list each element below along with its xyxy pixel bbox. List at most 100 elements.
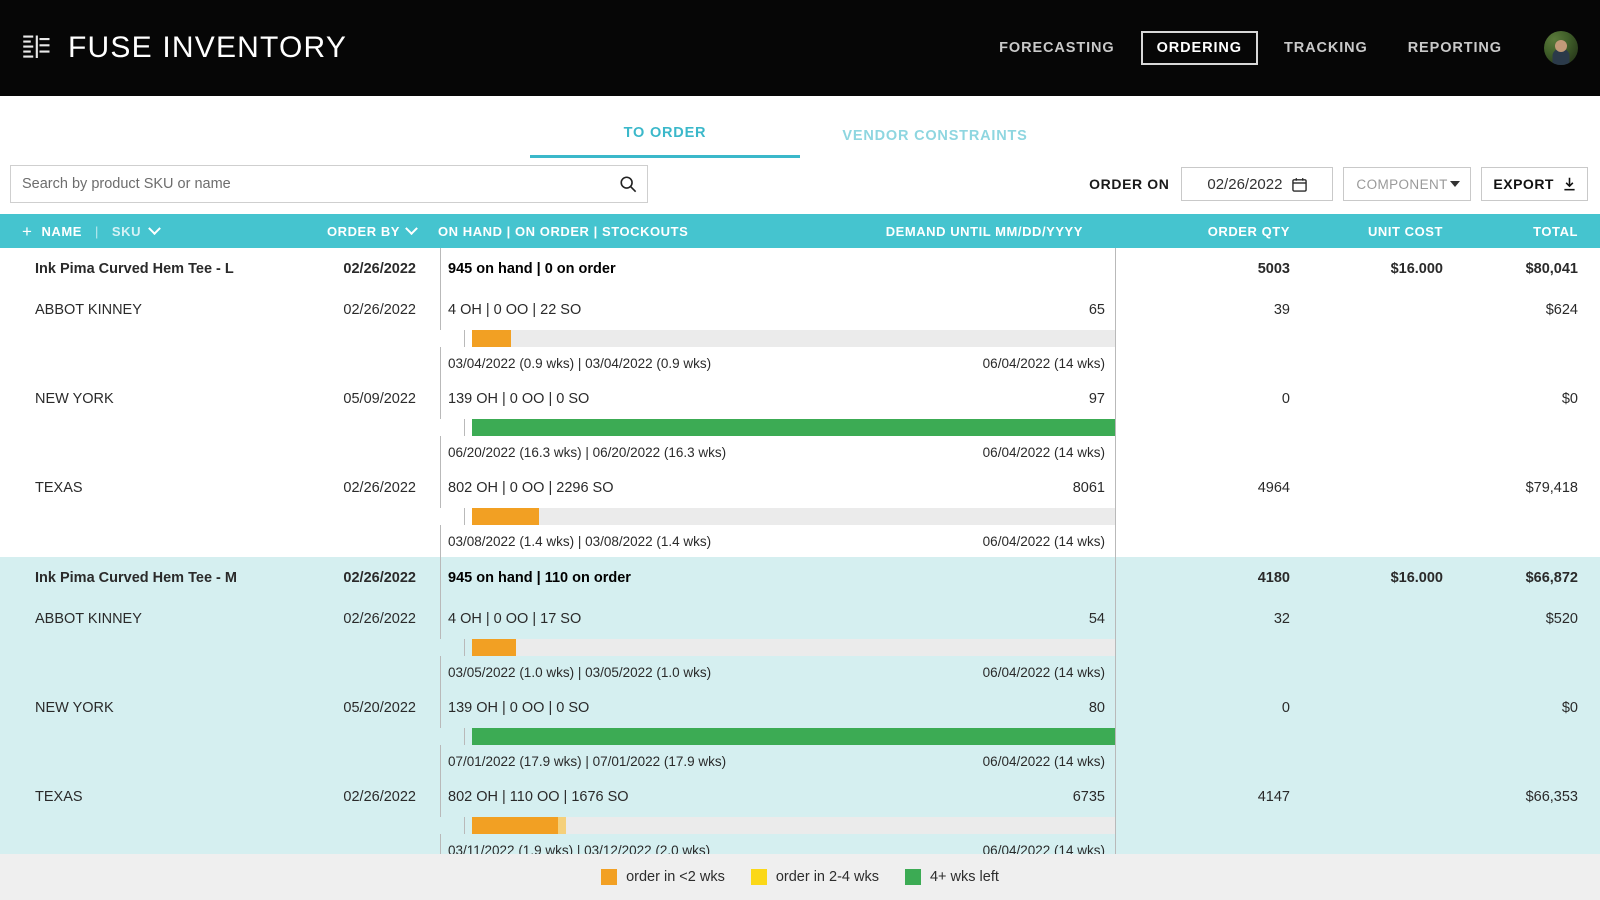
- location-stock: 4 OH | 0 OO | 17 SO: [448, 611, 582, 627]
- legend-item: order in <2 wks: [601, 869, 725, 885]
- location-total: $66,353: [1525, 789, 1578, 805]
- product-name[interactable]: Ink Pima Curved Hem Tee - L: [0, 248, 300, 290]
- legend: order in <2 wks order in 2-4 wks 4+ wks le…: [0, 854, 1600, 900]
- col-total-label: TOTAL: [1533, 223, 1578, 239]
- location-demand: 97: [1088, 391, 1105, 407]
- stock-bar-row: [0, 508, 1600, 525]
- legend-swatch: [601, 869, 618, 885]
- stock-bar-track: [472, 639, 1115, 656]
- location-demand: 8061: [1072, 480, 1105, 496]
- eta-cost-spacer: [1315, 347, 1465, 379]
- stock-bar-row: [0, 728, 1600, 745]
- chevron-down-icon-name[interactable]: [148, 221, 161, 235]
- bar-left-spacer: [0, 728, 440, 745]
- legend-label: order in <2 wks: [626, 869, 725, 885]
- component-select[interactable]: COMPONENT: [1343, 167, 1472, 201]
- location-stock: 802 OH | 0 OO | 2296 SO: [448, 480, 614, 496]
- top-navigation-bar: FUSE INVENTORY FORECASTING ORDERING TRAC…: [0, 0, 1600, 96]
- col-order-by[interactable]: ORDER BY: [300, 221, 418, 239]
- tab-vendor-constraints[interactable]: VENDOR CONSTRAINTS: [800, 128, 1070, 158]
- location-unit-cost: [1315, 599, 1465, 639]
- legend-swatch: [750, 869, 767, 885]
- col-unit-cost-label: UNIT COST: [1367, 223, 1443, 239]
- location-total: $624: [1545, 302, 1578, 318]
- brand-title: FUSE INVENTORY: [68, 31, 348, 64]
- location-demand: 54: [1088, 611, 1105, 627]
- eta-orderby-spacer: [300, 745, 416, 777]
- order-on-date-input[interactable]: 02/26/2022: [1181, 167, 1334, 201]
- export-button[interactable]: EXPORT: [1481, 167, 1588, 201]
- location-name[interactable]: NEW YORK: [0, 379, 300, 419]
- add-column-button[interactable]: +: [22, 223, 32, 240]
- eta-name-spacer: [0, 347, 300, 379]
- order-on-date-value: 02/26/2022: [1207, 175, 1283, 193]
- col-name-label: NAME: [41, 223, 82, 239]
- location-name[interactable]: TEXAS: [0, 468, 300, 508]
- location-name[interactable]: ABBOT KINNEY: [0, 599, 300, 639]
- brand[interactable]: FUSE INVENTORY: [22, 31, 347, 65]
- location-row[interactable]: ABBOT KINNEY 02/26/2022 4 OH | 0 OO | 22 S…: [0, 290, 1600, 330]
- stock-bar-segment: [472, 817, 558, 834]
- eta-left: 03/05/2022 (1.0 wks) | 03/05/2022 (1.0 w…: [448, 664, 712, 680]
- eta-orderby-spacer: [300, 347, 416, 379]
- location-unit-cost: [1315, 688, 1465, 728]
- stock-bar-track: [472, 419, 1115, 436]
- tab-bar: TO ORDER VENDOR CONSTRAINTS: [0, 96, 1600, 158]
- stock-bar-segment: [472, 728, 1115, 745]
- stock-bar-track: [472, 817, 1115, 834]
- nav-item-reporting[interactable]: REPORTING: [1394, 31, 1516, 65]
- col-order-qty-label: ORDER QTY: [1207, 223, 1290, 239]
- location-order-qty: 32: [1115, 599, 1315, 639]
- stock-bar-row: [0, 639, 1600, 656]
- location-row[interactable]: ABBOT KINNEY 02/26/2022 4 OH | 0 OO | 17 S…: [0, 599, 1600, 639]
- stock-bar-track: [472, 330, 1115, 347]
- location-order-qty: 39: [1115, 290, 1315, 330]
- stock-bar-segment: [472, 508, 539, 525]
- main-nav: FORECASTING ORDERING TRACKING REPORTING: [979, 31, 1578, 65]
- eta-name-spacer: [0, 656, 300, 688]
- location-order-by: 02/26/2022: [343, 302, 416, 318]
- stock-bar-segment: [472, 419, 1115, 436]
- nav-item-tracking[interactable]: TRACKING: [1270, 31, 1382, 65]
- eta-cost-spacer: [1315, 745, 1465, 777]
- eta-qty-spacer: [1115, 436, 1315, 468]
- nav-item-forecasting[interactable]: FORECASTING: [985, 31, 1128, 65]
- col-sku-label[interactable]: SKU: [112, 224, 141, 239]
- nav-item-ordering[interactable]: ORDERING: [1140, 31, 1258, 65]
- col-demand-label: DEMAND UNTIL MM/DD/YYYY: [885, 223, 1083, 239]
- eta-qty-spacer: [1115, 656, 1315, 688]
- col-order-qty: ORDER QTY: [1115, 224, 1315, 239]
- location-name[interactable]: NEW YORK: [0, 688, 300, 728]
- location-row[interactable]: TEXAS 02/26/2022 802 OH | 110 OO | 1676 SO…: [0, 777, 1600, 817]
- stock-bar-track: [472, 728, 1115, 745]
- bar-zone: [464, 728, 1115, 745]
- location-order-qty: 0: [1115, 379, 1315, 419]
- legend-label: 4+ wks left: [929, 869, 999, 885]
- calendar-icon[interactable]: [1292, 177, 1308, 192]
- col-divider: |: [94, 223, 99, 239]
- eta-qty-spacer: [1115, 745, 1315, 777]
- eta-right: 06/04/2022 (14 wks): [982, 355, 1105, 371]
- avatar[interactable]: [1544, 31, 1578, 65]
- eta-left: 07/01/2022 (17.9 wks) | 07/01/2022 (17.9…: [448, 753, 727, 769]
- search-input[interactable]: [10, 165, 648, 203]
- location-row[interactable]: TEXAS 02/26/2022 802 OH | 0 OO | 2296 SO 80…: [0, 468, 1600, 508]
- location-row[interactable]: NEW YORK 05/20/2022 139 OH | 0 OO | 0 SO 80…: [0, 688, 1600, 728]
- product-order-qty: 4180: [1115, 557, 1315, 599]
- location-name[interactable]: TEXAS: [0, 777, 300, 817]
- location-name[interactable]: ABBOT KINNEY: [0, 290, 300, 330]
- eta-name-spacer: [0, 436, 300, 468]
- tab-to-order[interactable]: TO ORDER: [530, 125, 800, 158]
- product-name[interactable]: Ink Pima Curved Hem Tee - M: [0, 557, 300, 599]
- eta-total-spacer: [1465, 745, 1600, 777]
- eta-row: 07/01/2022 (17.9 wks) | 07/01/2022 (17.9…: [0, 745, 1600, 777]
- search-icon[interactable]: [619, 175, 637, 193]
- col-name[interactable]: + NAME | SKU: [0, 221, 300, 240]
- location-stock: 4 OH | 0 OO | 22 SO: [448, 302, 582, 318]
- eta-row: 03/04/2022 (0.9 wks) | 03/04/2022 (0.9 w…: [0, 347, 1600, 379]
- product-row[interactable]: Ink Pima Curved Hem Tee - M 02/26/2022 945…: [0, 557, 1600, 599]
- bar-right-spacer: [1115, 817, 1600, 834]
- product-order-by: 02/26/2022: [343, 570, 416, 586]
- product-row[interactable]: Ink Pima Curved Hem Tee - L 02/26/2022 945…: [0, 248, 1600, 290]
- location-row[interactable]: NEW YORK 05/09/2022 139 OH | 0 OO | 0 SO 97…: [0, 379, 1600, 419]
